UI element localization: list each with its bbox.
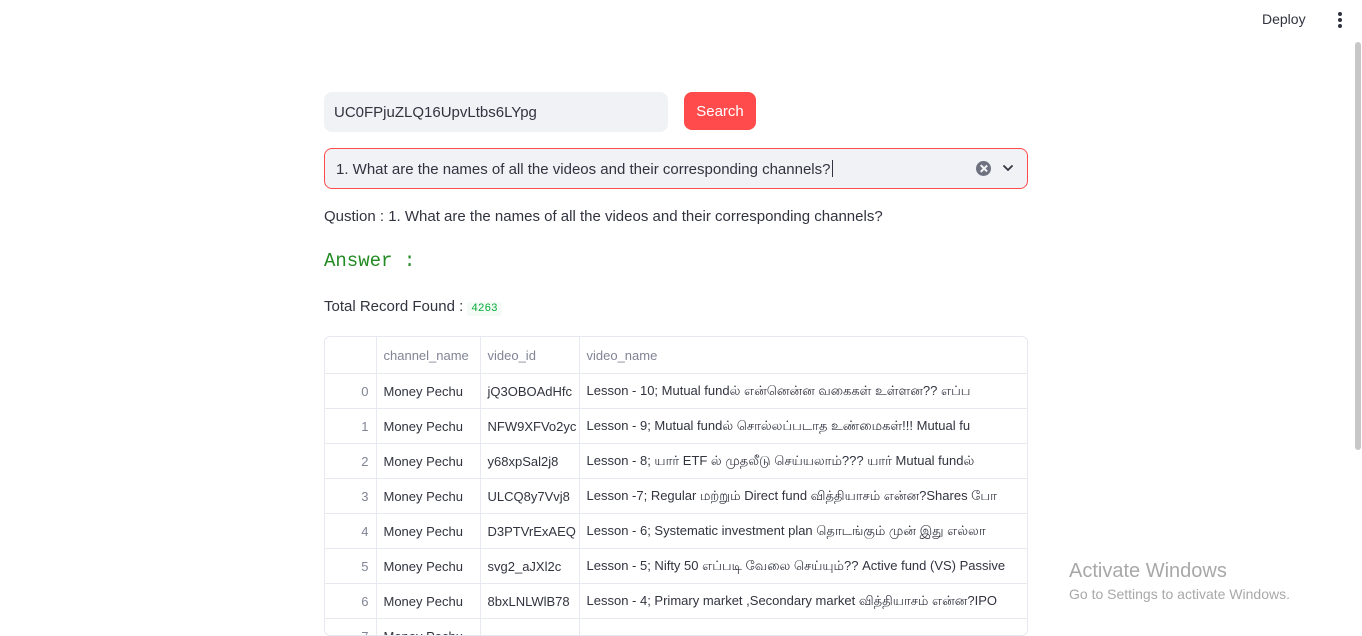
table-row[interactable]: 7 Money Pechu	[325, 619, 1028, 636]
video-name-cell[interactable]: Lesson - 10; Mutual fundல் என்னென்ன வகைக…	[579, 374, 1028, 409]
channel-name-cell[interactable]: Money Pechu	[376, 374, 480, 409]
results-table[interactable]: channel_name video_id video_name 0 Money…	[324, 336, 1028, 636]
video-name-cell[interactable]: Lesson - 5; Nifty 50 எப்படி வேலை செய்யும…	[579, 549, 1028, 584]
activate-windows-subtitle: Go to Settings to activate Windows.	[1069, 586, 1290, 602]
video-name-cell[interactable]: Lesson -7; Regular மற்றும் Direct fund வ…	[579, 479, 1028, 514]
answer-heading: Answer :	[324, 250, 415, 272]
text-cursor	[832, 160, 833, 177]
total-records-label: Total Record Found :	[324, 298, 463, 315]
question-select-value[interactable]: 1. What are the names of all the videos …	[336, 160, 833, 178]
video-name-cell[interactable]: Lesson - 9; Mutual fundல் சொல்லப்படாத உண…	[579, 409, 1028, 444]
video-id-cell[interactable]: svg2_aJXl2c	[480, 549, 579, 584]
row-index: 5	[325, 549, 376, 584]
table-header-row: channel_name video_id video_name	[325, 337, 1028, 374]
question-text: Qustion : 1. What are the names of all t…	[324, 208, 883, 225]
row-index: 1	[325, 409, 376, 444]
table-row[interactable]: 6 Money Pechu 8bxLNLWlB78 Lesson - 4; Pr…	[325, 584, 1028, 619]
deploy-button[interactable]: Deploy	[1262, 11, 1306, 27]
table-row[interactable]: 4 Money Pechu D3PTVrExAEQ Lesson - 6; Sy…	[325, 514, 1028, 549]
activate-windows-title: Activate Windows	[1069, 560, 1227, 583]
video-id-cell[interactable]: jQ3OBOAdHfc	[480, 374, 579, 409]
table-row[interactable]: 0 Money Pechu jQ3OBOAdHfc Lesson - 10; M…	[325, 374, 1028, 409]
channel-name-column-header[interactable]: channel_name	[376, 337, 480, 374]
video-id-column-header[interactable]: video_id	[480, 337, 579, 374]
table-row[interactable]: 1 Money Pechu NFW9XFVo2yc Lesson - 9; Mu…	[325, 409, 1028, 444]
channel-name-cell[interactable]: Money Pechu	[376, 549, 480, 584]
clear-selection-icon[interactable]	[976, 161, 991, 176]
chevron-down-icon[interactable]	[1001, 161, 1015, 175]
video-name-column-header[interactable]: video_name	[579, 337, 1028, 374]
video-name-cell[interactable]: Lesson - 8; யார் ETF ல் முதலீடு செய்யலாம…	[579, 444, 1028, 479]
video-id-cell[interactable]: y68xpSal2j8	[480, 444, 579, 479]
row-index: 6	[325, 584, 376, 619]
table-row[interactable]: 3 Money Pechu ULCQ8y7Vvj8 Lesson -7; Reg…	[325, 479, 1028, 514]
total-records: Total Record Found : 4263	[324, 298, 502, 315]
row-index: 0	[325, 374, 376, 409]
page-scrollbar[interactable]	[1355, 42, 1361, 450]
video-name-cell[interactable]: Lesson - 6; Systematic investment plan த…	[579, 514, 1028, 549]
row-index: 7	[325, 619, 376, 636]
video-name-cell[interactable]	[579, 619, 1028, 636]
video-id-cell[interactable]: 8bxLNLWlB78	[480, 584, 579, 619]
video-name-cell[interactable]: Lesson - 4; Primary market ,Secondary ma…	[579, 584, 1028, 619]
app-header: Deploy	[0, 0, 1362, 40]
table-row[interactable]: 2 Money Pechu y68xpSal2j8 Lesson - 8; யா…	[325, 444, 1028, 479]
search-button[interactable]: Search	[684, 92, 756, 130]
channel-name-cell[interactable]: Money Pechu	[376, 584, 480, 619]
row-index: 2	[325, 444, 376, 479]
channel-name-cell[interactable]: Money Pechu	[376, 444, 480, 479]
video-id-cell[interactable]: ULCQ8y7Vvj8	[480, 479, 579, 514]
index-column-header[interactable]	[325, 337, 376, 374]
channel-name-cell[interactable]: Money Pechu	[376, 409, 480, 444]
row-index: 3	[325, 479, 376, 514]
channel-name-cell[interactable]: Money Pechu	[376, 514, 480, 549]
channel-id-input[interactable]	[324, 92, 668, 132]
row-index: 4	[325, 514, 376, 549]
main-menu-icon[interactable]	[1334, 12, 1346, 28]
total-records-count: 4263	[467, 302, 501, 316]
video-id-cell[interactable]: D3PTVrExAEQ	[480, 514, 579, 549]
channel-name-cell[interactable]: Money Pechu	[376, 619, 480, 636]
video-id-cell[interactable]	[480, 619, 579, 636]
question-select[interactable]: 1. What are the names of all the videos …	[324, 148, 1028, 189]
table-row[interactable]: 5 Money Pechu svg2_aJXl2c Lesson - 5; Ni…	[325, 549, 1028, 584]
video-id-cell[interactable]: NFW9XFVo2yc	[480, 409, 579, 444]
channel-name-cell[interactable]: Money Pechu	[376, 479, 480, 514]
